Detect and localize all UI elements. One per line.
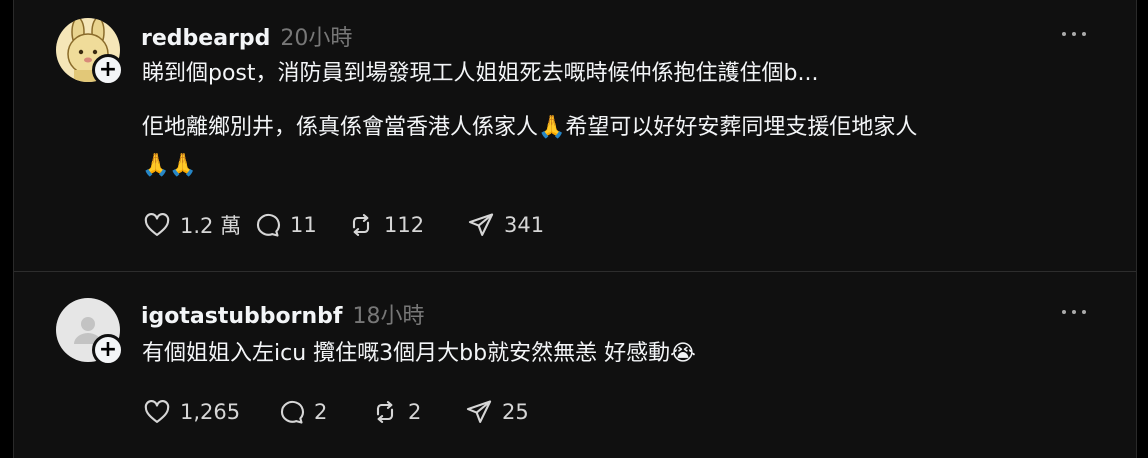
repost-icon bbox=[352, 214, 370, 236]
like-count: 1,265 bbox=[180, 400, 241, 424]
heart-icon bbox=[144, 400, 170, 423]
post-actions: 1.2 萬 11 112 341 bbox=[142, 210, 544, 240]
post-header: igotastubbornbf 18小時 bbox=[141, 298, 424, 330]
send-icon bbox=[466, 400, 492, 423]
avatar[interactable]: + bbox=[56, 298, 124, 366]
post-text-line: 佢地離鄉別井，係真係會當香港人係家人🙏希望可以好好安葬同埋支援佢地家人 bbox=[142, 115, 918, 140]
comment-button[interactable]: 11 bbox=[252, 211, 346, 239]
more-icon[interactable] bbox=[1062, 24, 1086, 44]
comment-count: 2 bbox=[314, 400, 328, 424]
avatar[interactable]: + bbox=[56, 18, 124, 86]
username[interactable]: redbearpd bbox=[141, 26, 270, 51]
repost-button[interactable]: 2 bbox=[370, 398, 464, 426]
repost-count: 112 bbox=[384, 213, 425, 237]
username[interactable]: igotastubbornbf bbox=[141, 304, 342, 329]
more-icon[interactable] bbox=[1062, 302, 1086, 322]
comment-button[interactable]: 2 bbox=[276, 398, 370, 426]
comment-icon bbox=[280, 400, 305, 424]
share-button[interactable]: 341 bbox=[466, 211, 544, 239]
feed-panel: + redbearpd 20小時 睇到個post，消防員到場發現工人姐姐死去嘅時候… bbox=[13, 0, 1137, 458]
like-button[interactable]: 1.2 萬 bbox=[142, 210, 252, 240]
post: + igotastubbornbf 18小時 有個姐姐入左icu 攬住嘅3個月大b… bbox=[14, 272, 1136, 458]
repost-count: 2 bbox=[408, 400, 422, 424]
share-button[interactable]: 25 bbox=[464, 398, 529, 426]
post-text-line: 睇到個post，消防員到場發現工人姐姐死去嘅時候仲係抱住護住個b... bbox=[142, 61, 819, 86]
share-count: 341 bbox=[504, 213, 545, 237]
repost-button[interactable]: 112 bbox=[346, 211, 466, 239]
send-icon bbox=[468, 213, 494, 236]
heart-icon bbox=[144, 213, 170, 236]
post-text-line: 🙏🙏 bbox=[142, 153, 197, 178]
post-actions: 1,265 2 2 25 bbox=[142, 398, 529, 426]
like-count: 1.2 萬 bbox=[180, 214, 242, 238]
like-button[interactable]: 1,265 bbox=[142, 398, 276, 426]
share-count: 25 bbox=[502, 400, 529, 424]
comment-icon bbox=[256, 213, 281, 237]
post: + redbearpd 20小時 睇到個post，消防員到場發現工人姐姐死去嘅時候… bbox=[14, 0, 1136, 272]
post-header: redbearpd 20小時 bbox=[141, 20, 352, 52]
repost-icon bbox=[376, 401, 394, 423]
follow-button[interactable]: + bbox=[92, 334, 124, 366]
post-text-line: 有個姐姐入左icu 攬住嘅3個月大bb就安然無恙 好感動😭 bbox=[142, 341, 696, 366]
timestamp[interactable]: 20小時 bbox=[280, 26, 352, 51]
follow-button[interactable]: + bbox=[92, 54, 124, 86]
timestamp[interactable]: 18小時 bbox=[352, 304, 424, 329]
comment-count: 11 bbox=[290, 213, 317, 237]
